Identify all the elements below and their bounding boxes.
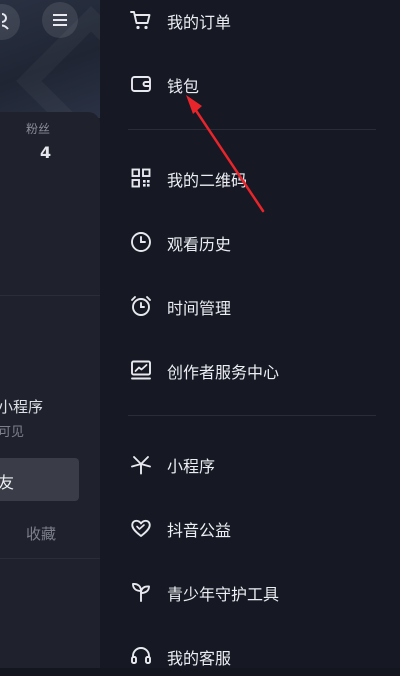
user-icon: [2, 13, 9, 30]
menu-item-label: 抖音公益: [167, 521, 232, 540]
menu-item-creator-center[interactable]: 创作者服务中心: [100, 350, 400, 390]
profile-content-card: [0, 112, 100, 668]
menu-item-watch-history[interactable]: 观看历史: [100, 222, 400, 262]
alarm-clock-icon: [131, 296, 151, 316]
add-friend-button[interactable]: 友: [0, 458, 79, 501]
divider: [0, 558, 100, 559]
add-friend-label: 友: [0, 473, 15, 492]
menu-item-youth-protection[interactable]: 青少年守护工具: [100, 572, 400, 612]
hamburger-menu-button[interactable]: [42, 2, 78, 38]
wallet-icon: [131, 76, 151, 92]
menu-divider: [128, 415, 376, 416]
mini-program-entry[interactable]: 小程序: [0, 396, 43, 417]
fans-count[interactable]: 4: [40, 143, 51, 162]
sprout-icon: [132, 583, 150, 602]
creator-chart-icon: [131, 360, 151, 380]
charity-heart-icon: [131, 519, 151, 537]
menu-item-label: 观看历史: [167, 235, 232, 254]
menu-item-time-management[interactable]: 时间管理: [100, 286, 400, 326]
menu-item-label: 钱包: [167, 77, 200, 96]
menu-divider: [128, 129, 376, 130]
menu-item-orders[interactable]: 我的订单: [100, 0, 400, 40]
tab-favorites[interactable]: 收藏: [26, 523, 56, 544]
mini-program-visibility: 可见: [0, 425, 25, 440]
menu-item-label: 我的订单: [167, 13, 232, 32]
hamburger-icon: [53, 14, 67, 26]
profile-page-background: 粉丝 4 小程序 可见 友 收藏: [0, 0, 100, 668]
menu-item-label: 时间管理: [167, 299, 232, 318]
menu-item-label: 青少年守护工具: [167, 585, 280, 604]
menu-item-charity[interactable]: 抖音公益: [100, 508, 400, 548]
headset-icon: [131, 647, 151, 664]
menu-item-label: 我的客服: [167, 649, 232, 668]
menu-item-wallet[interactable]: 钱包: [100, 64, 400, 104]
menu-item-mini-programs[interactable]: 小程序: [100, 444, 400, 484]
menu-item-label: 创作者服务中心: [167, 363, 280, 382]
qr-code-icon: [131, 168, 151, 188]
fans-label: 粉丝: [26, 122, 51, 136]
menu-item-customer-service[interactable]: 我的客服: [100, 636, 400, 676]
cart-icon: [130, 11, 151, 30]
menu-item-qr-code[interactable]: 我的二维码: [100, 158, 400, 198]
menu-item-label: 小程序: [167, 457, 216, 476]
mini-program-icon: [131, 456, 151, 475]
divider: [0, 295, 100, 296]
menu-item-label: 我的二维码: [167, 171, 248, 190]
clock-icon: [131, 232, 151, 252]
side-drawer-menu: 我的订单 钱包 我的二维码 观看历史 时间管理 创作者服务中心 小程序 抖音公益…: [100, 0, 400, 668]
